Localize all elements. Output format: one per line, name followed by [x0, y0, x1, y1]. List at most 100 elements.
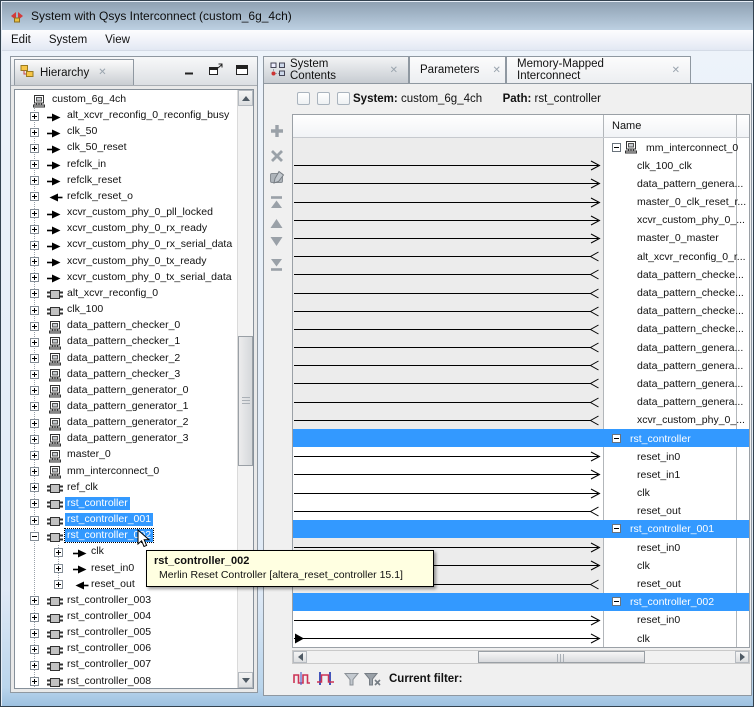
toolbar-toggle-3[interactable]	[337, 92, 350, 105]
move-down-button[interactable]	[269, 235, 289, 253]
collapse-toggle[interactable]	[612, 434, 621, 443]
expand-toggle[interactable]	[30, 516, 39, 525]
expand-toggle[interactable]	[30, 128, 39, 137]
expand-toggle[interactable]	[54, 580, 63, 589]
close-icon[interactable]: ✕	[390, 65, 398, 76]
tree-item[interactable]: rst_controller_005	[15, 625, 237, 641]
close-icon[interactable]: ✕	[672, 65, 680, 76]
connection-cell[interactable]	[293, 156, 603, 174]
table-row[interactable]: data_pattern_genera...	[293, 338, 749, 356]
tree-item[interactable]: data_pattern_checker_0	[15, 318, 237, 334]
edit-button[interactable]	[269, 170, 289, 188]
toolbar-toggle-2[interactable]	[317, 92, 330, 105]
add-button[interactable]	[269, 123, 289, 141]
connection-cell[interactable]	[293, 229, 603, 247]
connection-cell[interactable]	[293, 193, 603, 211]
expand-toggle[interactable]	[30, 306, 39, 315]
horizontal-scrollbar[interactable]	[292, 650, 750, 664]
menu-item-edit[interactable]: Edit	[2, 32, 40, 48]
expand-toggle[interactable]	[30, 273, 39, 282]
table-row[interactable]: reset_in0	[293, 447, 749, 465]
table-row[interactable]: reset_in1	[293, 465, 749, 483]
connection-cell[interactable]	[293, 629, 603, 647]
expand-toggle[interactable]	[30, 419, 39, 428]
scroll-left-button[interactable]	[293, 651, 307, 663]
float-button[interactable]	[207, 62, 224, 77]
table-row[interactable]: data_pattern_genera...	[293, 393, 749, 411]
move-bottom-button[interactable]	[269, 257, 289, 275]
expand-toggle[interactable]	[30, 532, 39, 541]
connection-cell[interactable]	[293, 374, 603, 392]
tree-vertical-scrollbar[interactable]	[237, 90, 253, 688]
connection-cell[interactable]	[293, 611, 603, 629]
expand-toggle[interactable]	[30, 402, 39, 411]
table-row[interactable]: mm_interconnect_0	[293, 138, 749, 156]
tree-item[interactable]: rst_controller_003	[15, 593, 237, 609]
tree-item[interactable]: rst_controller_006	[15, 641, 237, 657]
connection-cell[interactable]	[293, 302, 603, 320]
table-row[interactable]: data_pattern_genera...	[293, 174, 749, 192]
expand-toggle[interactable]	[30, 209, 39, 218]
tree-item[interactable]: data_pattern_checker_3	[15, 367, 237, 383]
connection-cell[interactable]	[293, 520, 603, 538]
connection-cell[interactable]	[293, 211, 603, 229]
tree-item[interactable]: clk_50_reset	[15, 140, 237, 156]
connection-cell[interactable]	[293, 247, 603, 265]
move-up-button[interactable]	[269, 217, 289, 235]
tree-item[interactable]: clk_50	[15, 124, 237, 140]
close-icon[interactable]: ✕	[98, 67, 106, 78]
tree-item[interactable]: data_pattern_generator_2	[15, 415, 237, 431]
expand-toggle[interactable]	[30, 192, 39, 201]
expand-toggle[interactable]	[30, 257, 39, 266]
table-row[interactable]: master_0_master	[293, 229, 749, 247]
expand-toggle[interactable]	[30, 661, 39, 670]
connection-cell[interactable]	[293, 174, 603, 192]
table-row[interactable]: clk_100_clk	[293, 156, 749, 174]
tree-item[interactable]: clk_100	[15, 302, 237, 318]
tree-item[interactable]: refclk_in	[15, 157, 237, 173]
tab-parameters[interactable]: Parameters ✕	[409, 56, 506, 84]
expand-toggle[interactable]	[30, 467, 39, 476]
expand-toggle[interactable]	[54, 564, 63, 573]
connection-cell[interactable]	[293, 411, 603, 429]
connection-cell[interactable]	[293, 338, 603, 356]
table-row[interactable]: data_pattern_checke...	[293, 284, 749, 302]
table-row[interactable]: clk	[293, 629, 749, 647]
move-top-button[interactable]	[269, 195, 289, 213]
expand-toggle[interactable]	[30, 451, 39, 460]
tree-item[interactable]: xcvr_custom_phy_0_rx_ready	[15, 221, 237, 237]
connection-cell[interactable]	[293, 484, 603, 502]
expand-toggle[interactable]	[30, 613, 39, 622]
expand-toggle[interactable]	[30, 370, 39, 379]
tree-item[interactable]: xcvr_custom_phy_0_tx_ready	[15, 254, 237, 270]
expand-toggle[interactable]	[30, 645, 39, 654]
table-row[interactable]: rst_controller_002	[293, 593, 749, 611]
expand-toggle[interactable]	[30, 435, 39, 444]
tree-item[interactable]: alt_xcvr_reconfig_0_reconfig_busy	[15, 108, 237, 124]
remove-button[interactable]	[269, 148, 289, 166]
connection-cell[interactable]	[293, 429, 603, 447]
tree-item[interactable]: rst_controller_007	[15, 657, 237, 673]
filter-clear-icon[interactable]	[364, 672, 382, 690]
tree-item[interactable]: xcvr_custom_phy_0_tx_serial_data	[15, 270, 237, 286]
tree-item[interactable]: data_pattern_generator_0	[15, 383, 237, 399]
table-row[interactable]: rst_controller	[293, 429, 749, 447]
tree-item[interactable]: xcvr_custom_phy_0_pll_locked	[15, 205, 237, 221]
timing-filter-icon[interactable]	[316, 670, 335, 690]
filter-icon[interactable]	[343, 672, 360, 690]
tree-item[interactable]: rst_controller_008	[15, 674, 237, 688]
expand-toggle[interactable]	[30, 499, 39, 508]
table-row[interactable]: data_pattern_checke...	[293, 320, 749, 338]
tree-item[interactable]: rst_controller_004	[15, 609, 237, 625]
table-row[interactable]: data_pattern_checke...	[293, 265, 749, 283]
menu-item-view[interactable]: View	[96, 32, 139, 48]
scroll-thumb[interactable]	[478, 651, 645, 663]
connection-cell[interactable]	[293, 393, 603, 411]
connection-cell[interactable]	[293, 284, 603, 302]
close-icon[interactable]: ✕	[492, 65, 500, 76]
connection-cell[interactable]	[293, 502, 603, 520]
tree-item[interactable]: mm_interconnect_0	[15, 464, 237, 480]
connection-cell[interactable]	[293, 265, 603, 283]
waveform-filter-icon[interactable]	[293, 670, 311, 690]
expand-toggle[interactable]	[30, 629, 39, 638]
